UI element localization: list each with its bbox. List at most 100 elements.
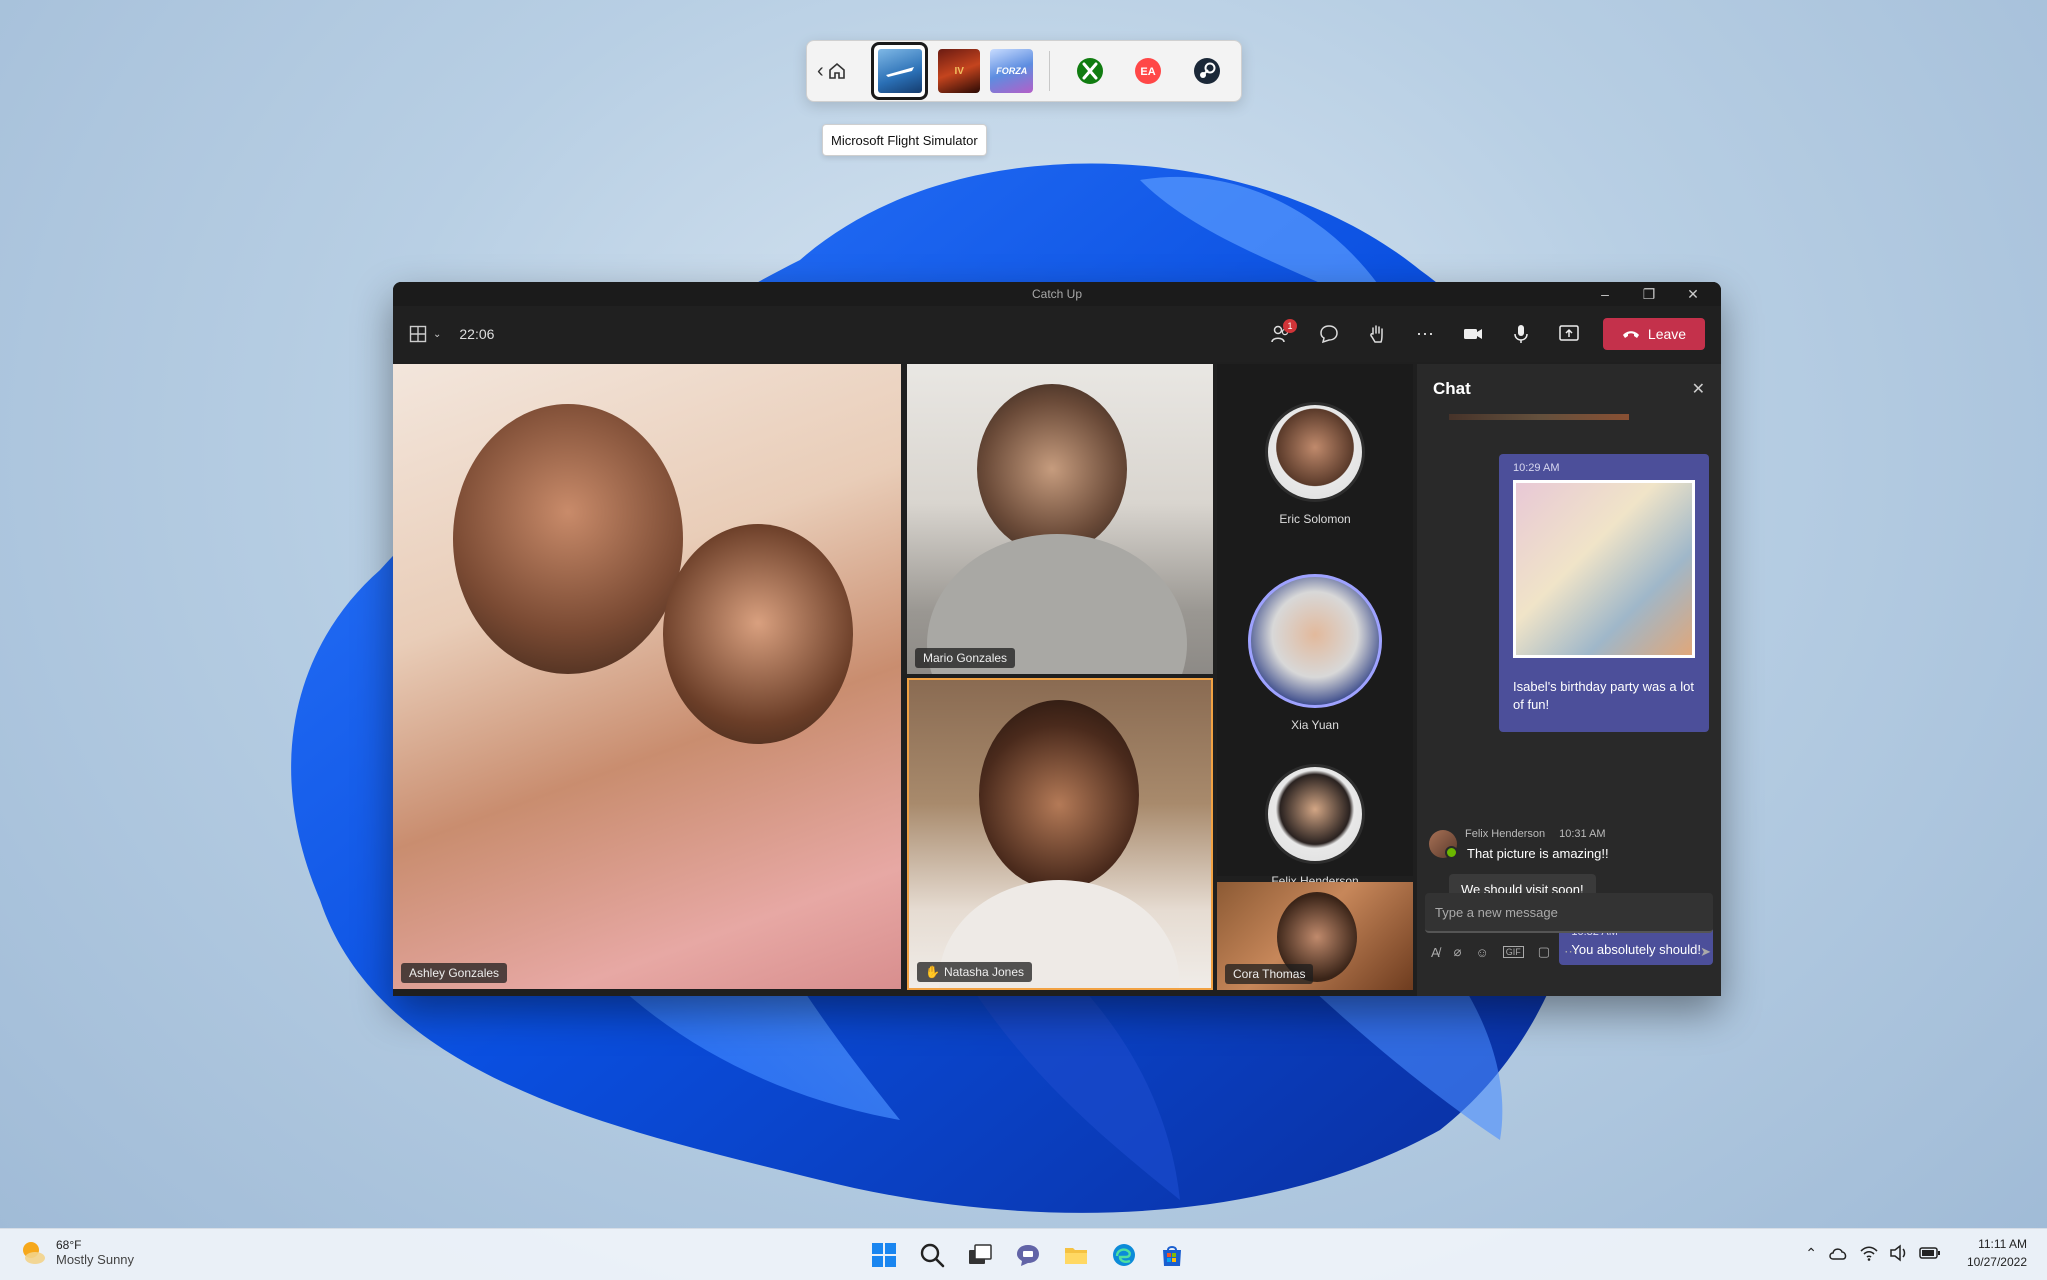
- diablo-tile[interactable]: IV: [937, 49, 981, 93]
- video-tile-mario[interactable]: Mario Gonzales: [907, 364, 1213, 674]
- message-text: Isabel's birthday party was a lot of fun…: [1513, 679, 1694, 712]
- grid-layout-icon: [409, 325, 427, 343]
- flight-simulator-tile[interactable]: [871, 42, 928, 100]
- send-icon[interactable]: ➤: [1700, 944, 1711, 960]
- launcher-nav: ‹: [817, 60, 861, 83]
- volume-icon[interactable]: [1889, 1244, 1909, 1262]
- birthday-photo[interactable]: [1513, 480, 1695, 658]
- weather-widget[interactable]: 68°F Mostly Sunny: [18, 1237, 134, 1267]
- weather-condition: Mostly Sunny: [56, 1251, 135, 1267]
- file-explorer-button[interactable]: [1058, 1237, 1094, 1273]
- participant-name: Ashley Gonzales: [409, 966, 500, 980]
- clock-time: 11:11 AM: [1978, 1237, 2027, 1251]
- xbox-tile[interactable]: [1066, 46, 1114, 96]
- avatar: [1248, 574, 1382, 708]
- gif-icon[interactable]: GIF: [1502, 946, 1524, 958]
- sun-cloud-icon: [23, 1242, 45, 1264]
- avatar: [1429, 830, 1458, 859]
- camera-icon: [1464, 329, 1482, 339]
- message-time: 10:31 AM: [1559, 828, 1606, 840]
- participant-name: Natasha Jones: [943, 965, 1025, 979]
- teams-chat-icon: [1017, 1245, 1039, 1266]
- chat-title: Chat: [1433, 379, 1471, 398]
- chat-bubble-icon: [1320, 325, 1338, 344]
- person-silhouette: [977, 384, 1127, 554]
- image-message[interactable]: 10:29 AM Isabel's birthday party was a l…: [1499, 454, 1709, 732]
- participant-roster: Eric Solomon Xia Yuan Felix Henderson: [1217, 364, 1413, 888]
- emoji-icon[interactable]: ☺: [1476, 945, 1489, 960]
- task-view-button[interactable]: [962, 1237, 998, 1273]
- store-button[interactable]: [1154, 1237, 1190, 1273]
- cloud-icon[interactable]: [1827, 1244, 1849, 1262]
- clock-date: 10/27/2022: [1966, 1255, 2027, 1269]
- participants-button[interactable]: 1: [1263, 316, 1299, 352]
- close-button[interactable]: ✕: [1671, 282, 1715, 306]
- sticker-icon[interactable]: ▢: [1538, 944, 1550, 960]
- store-icon: [1163, 1246, 1181, 1266]
- svg-text:EA: EA: [1141, 66, 1156, 78]
- minimize-button[interactable]: –: [1583, 282, 1627, 306]
- xbox-icon: [1077, 58, 1104, 84]
- raise-hand-button[interactable]: [1359, 316, 1395, 352]
- video-tile-natasha[interactable]: ✋ Natasha Jones: [907, 678, 1213, 990]
- participant-name: Xia Yuan: [1291, 718, 1339, 732]
- roster-item-xia[interactable]: Xia Yuan: [1217, 574, 1413, 732]
- wifi-icon[interactable]: [1859, 1244, 1879, 1262]
- microphone-button[interactable]: [1503, 316, 1539, 352]
- participant-name: Mario Gonzales: [923, 651, 1008, 665]
- home-icon[interactable]: [828, 62, 846, 80]
- message-input[interactable]: [1435, 904, 1703, 920]
- previous-message-edge: [1449, 414, 1629, 420]
- back-icon[interactable]: ‹: [817, 60, 824, 83]
- more-icon[interactable]: ⋯: [1564, 944, 1577, 960]
- edge-button[interactable]: [1106, 1237, 1142, 1273]
- teams-chat-button[interactable]: [1010, 1237, 1046, 1273]
- steam-tile[interactable]: [1183, 46, 1231, 96]
- message-time: 10:29 AM: [1513, 462, 1560, 474]
- hang-up-icon: [1622, 331, 1639, 338]
- leave-button[interactable]: Leave: [1603, 318, 1705, 350]
- teams-call-window: Catch Up – ❐ ✕ ⌄ 22:06 1 ⋯ Leave Ashley …: [393, 282, 1721, 996]
- search-icon: [920, 1243, 945, 1268]
- chat-toggle-button[interactable]: [1311, 316, 1347, 352]
- microphone-icon: [1514, 325, 1528, 343]
- roster-item-eric[interactable]: Eric Solomon: [1217, 402, 1413, 526]
- game-launcher-bar: ‹ IV FORZA EA: [806, 40, 1242, 102]
- flight-simulator-icon: [877, 49, 922, 93]
- layout-button[interactable]: ⌄: [409, 325, 441, 343]
- video-tile-ashley[interactable]: Ashley Gonzales: [393, 364, 901, 989]
- call-toolbar: ⌄ 22:06 1 ⋯ Leave: [393, 306, 1721, 362]
- close-chat-icon[interactable]: ✕: [1692, 379, 1705, 399]
- share-screen-button[interactable]: [1551, 316, 1587, 352]
- video-tile-cora[interactable]: Cora Thomas: [1217, 882, 1413, 990]
- window-titlebar: Catch Up – ❐ ✕: [393, 282, 1721, 306]
- chevron-down-icon: ⌄: [433, 328, 442, 340]
- start-button[interactable]: [866, 1237, 902, 1273]
- format-icon[interactable]: A̸: [1431, 945, 1440, 960]
- restore-button[interactable]: ❐: [1627, 282, 1671, 306]
- participants-badge: 1: [1283, 319, 1297, 333]
- message-text[interactable]: That picture is amazing!!: [1459, 842, 1617, 865]
- ea-tile[interactable]: EA: [1124, 46, 1172, 96]
- leave-label: Leave: [1647, 326, 1687, 342]
- search-button[interactable]: [914, 1237, 950, 1273]
- battery-icon[interactable]: [1919, 1246, 1941, 1260]
- window-title: Catch Up: [1031, 287, 1083, 301]
- participant-name: Eric Solomon: [1279, 512, 1351, 526]
- steam-icon: [1193, 58, 1220, 84]
- camera-button[interactable]: [1455, 316, 1491, 352]
- attach-icon[interactable]: ⌀: [1454, 944, 1462, 960]
- compose-toolbar: A̸ ⌀ ☺ GIF ▢ ⋯ ➤: [1431, 940, 1711, 964]
- participant-name: Cora Thomas: [1233, 967, 1306, 981]
- forza-icon: FORZA: [996, 66, 1028, 76]
- chevron-up-icon[interactable]: ⌃: [1805, 1245, 1817, 1262]
- diablo-icon: IV: [954, 65, 964, 77]
- temperature: 68°F: [56, 1237, 82, 1252]
- sender-name: Felix Henderson: [1465, 828, 1546, 840]
- more-options-button[interactable]: ⋯: [1407, 316, 1443, 352]
- compose-box[interactable]: [1425, 893, 1713, 933]
- forza-tile[interactable]: FORZA: [990, 49, 1033, 93]
- raised-hand-icon: ✋: [925, 965, 940, 979]
- clock[interactable]: 11:11 AM 10/27/2022: [1967, 1235, 2027, 1271]
- roster-item-felix[interactable]: Felix Henderson: [1217, 764, 1413, 888]
